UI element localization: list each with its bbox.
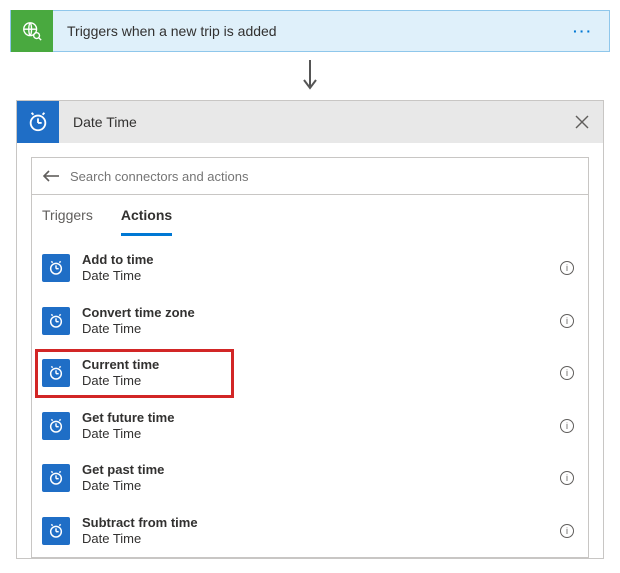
action-subtitle: Date Time <box>82 531 560 547</box>
action-subtitle: Date Time <box>82 373 560 389</box>
trigger-card[interactable]: Triggers when a new trip is added ··· <box>10 10 610 52</box>
action-title: Subtract from time <box>82 515 560 531</box>
action-picker-panel: Date Time <box>16 100 604 559</box>
info-icon[interactable]: i <box>560 524 574 538</box>
action-text: Convert time zoneDate Time <box>70 305 560 338</box>
clock-icon <box>42 254 70 282</box>
action-item[interactable]: Current timeDate Timei <box>32 347 588 400</box>
tab-actions[interactable]: Actions <box>121 207 172 236</box>
flow-arrow-icon <box>10 58 610 92</box>
action-subtitle: Date Time <box>82 426 560 442</box>
tab-triggers[interactable]: Triggers <box>42 207 93 236</box>
action-item[interactable]: Convert time zoneDate Timei <box>32 295 588 348</box>
clock-icon <box>42 412 70 440</box>
trigger-menu-button[interactable]: ··· <box>557 23 609 39</box>
search-input[interactable] <box>70 169 578 184</box>
action-item[interactable]: Get past timeDate Timei <box>32 452 588 505</box>
info-icon[interactable]: i <box>560 366 574 380</box>
info-icon[interactable]: i <box>560 314 574 328</box>
info-icon[interactable]: i <box>560 419 574 433</box>
action-item[interactable]: Subtract from timeDate Timei <box>32 505 588 558</box>
search-panel: Triggers Actions Add to timeDate TimeiCo… <box>31 157 589 558</box>
globe-search-icon <box>11 10 53 52</box>
actions-list: Add to timeDate TimeiConvert time zoneDa… <box>32 236 588 557</box>
action-subtitle: Date Time <box>82 268 560 284</box>
action-text: Get past timeDate Time <box>70 462 560 495</box>
back-arrow-icon[interactable] <box>42 169 60 183</box>
clock-icon <box>42 517 70 545</box>
info-icon[interactable]: i <box>560 261 574 275</box>
clock-icon <box>42 359 70 387</box>
action-text: Get future timeDate Time <box>70 410 560 443</box>
action-item[interactable]: Get future timeDate Timei <box>32 400 588 453</box>
action-title: Get past time <box>82 462 560 478</box>
info-icon[interactable]: i <box>560 471 574 485</box>
action-title: Add to time <box>82 252 560 268</box>
panel-title: Date Time <box>59 114 561 130</box>
clock-icon <box>42 307 70 335</box>
action-subtitle: Date Time <box>82 478 560 494</box>
action-text: Subtract from timeDate Time <box>70 515 560 548</box>
clock-icon <box>17 101 59 143</box>
panel-header: Date Time <box>17 101 603 143</box>
action-title: Current time <box>82 357 560 373</box>
action-title: Get future time <box>82 410 560 426</box>
action-text: Add to timeDate Time <box>70 252 560 285</box>
action-text: Current timeDate Time <box>70 357 560 390</box>
close-button[interactable] <box>561 115 603 129</box>
action-title: Convert time zone <box>82 305 560 321</box>
action-subtitle: Date Time <box>82 321 560 337</box>
tabs: Triggers Actions <box>32 195 588 236</box>
clock-icon <box>42 464 70 492</box>
trigger-title: Triggers when a new trip is added <box>53 23 557 39</box>
action-item[interactable]: Add to timeDate Timei <box>32 242 588 295</box>
